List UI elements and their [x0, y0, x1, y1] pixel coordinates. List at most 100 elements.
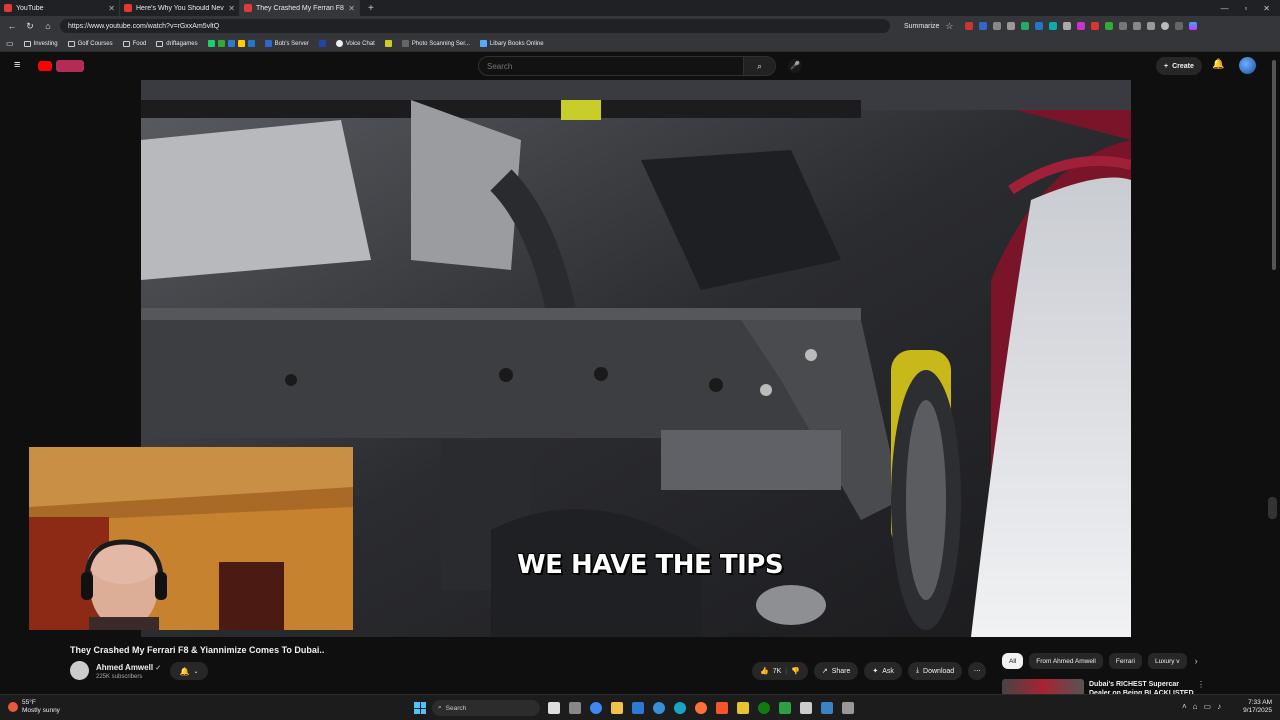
tab-video-active[interactable]: They Crashed My Ferrari F8 & ✕ [240, 0, 360, 16]
more-icon[interactable]: ⋮ [1197, 680, 1205, 689]
taskbar-clock[interactable]: 7:33 AM 9/17/2025 [1238, 699, 1272, 715]
chip-all[interactable]: All [1002, 653, 1024, 669]
extension-icon[interactable] [1035, 22, 1044, 30]
channel-name[interactable]: Ahmed Amwell ✓ [96, 663, 161, 672]
search-icon[interactable]: ⌕ [743, 57, 775, 75]
bookmark-link[interactable]: Photo Scanning Ser... [401, 40, 470, 47]
windows-start-icon[interactable] [414, 702, 426, 714]
weather-widget[interactable]: 55°F Mostly sunny [8, 699, 60, 715]
close-window-icon[interactable]: ✕ [1263, 4, 1270, 13]
search-input[interactable] [479, 57, 743, 75]
bookmark-link[interactable]: Voice Chat [335, 40, 375, 47]
channel-avatar[interactable] [70, 661, 89, 680]
extension-icon[interactable] [1119, 22, 1128, 30]
ask-button[interactable]: ✦ Ask [864, 662, 902, 680]
sidebar-toggle-icon[interactable]: ▭ [6, 39, 14, 48]
chevron-right-icon[interactable]: › [1195, 656, 1198, 666]
bookmark-icon[interactable] [217, 40, 225, 47]
close-icon[interactable]: ✕ [108, 4, 115, 13]
edge-icon[interactable] [674, 702, 686, 714]
chip-luxury[interactable]: Luxury v [1147, 653, 1187, 669]
subscribed-button[interactable]: 🔔 ⌄ [170, 662, 208, 680]
bookmark-link[interactable]: Libary Books Online [479, 40, 544, 47]
tab-youtube[interactable]: YouTube ✕ [0, 0, 120, 16]
extension-icon[interactable] [1063, 22, 1072, 30]
url-field[interactable]: https://www.youtube.com/watch?v=rGxxAm5v… [60, 19, 890, 33]
restore-icon[interactable]: ▫ [1244, 4, 1247, 13]
app-icon[interactable] [821, 702, 833, 714]
bookmark-icon[interactable] [227, 40, 235, 47]
chrome-icon[interactable] [590, 702, 602, 714]
page-scrollbar[interactable] [1272, 60, 1276, 270]
minimize-icon[interactable]: — [1220, 4, 1228, 13]
recommended-thumbnail[interactable] [1002, 679, 1084, 694]
bookmark-icon[interactable] [247, 40, 255, 47]
extension-icon[interactable] [1077, 22, 1086, 30]
copilot-icon[interactable] [1189, 22, 1198, 30]
back-icon[interactable]: ← [6, 21, 18, 31]
chip-ferrari[interactable]: Ferrari [1108, 653, 1142, 669]
close-icon[interactable]: ✕ [228, 4, 235, 13]
taskbar-search[interactable]: ⌕ Search [432, 700, 540, 716]
extension-icon[interactable] [1049, 22, 1058, 30]
display-icon[interactable]: ▭ [1204, 702, 1212, 711]
create-button[interactable]: + Create [1156, 57, 1202, 75]
bookmark-folder[interactable]: driftagames [156, 40, 198, 47]
terminal-icon[interactable] [737, 702, 749, 714]
bookmark-folder[interactable]: Food [122, 40, 146, 47]
bookmark-link[interactable]: Bob's Server [264, 40, 309, 47]
extension-icon[interactable] [965, 22, 974, 30]
extension-icon[interactable] [1007, 22, 1016, 30]
star-icon[interactable]: ☆ [945, 21, 953, 32]
share-button[interactable]: ↗ Share [813, 662, 859, 680]
app-icon[interactable] [653, 702, 665, 714]
extension-icon[interactable] [1021, 22, 1030, 30]
file-explorer-icon[interactable] [611, 702, 623, 714]
volume-icon[interactable]: ♪ [1217, 702, 1221, 711]
thumbs-down-icon[interactable]: 👎 [791, 667, 800, 675]
profile-icon[interactable] [1161, 22, 1170, 30]
reload-icon[interactable]: ↻ [24, 21, 36, 32]
microphone-icon[interactable]: 🎤 [788, 59, 802, 73]
firefox-icon[interactable] [695, 702, 707, 714]
new-tab-button[interactable]: + [360, 3, 382, 14]
recommended-title[interactable]: Dubai's RICHEST Supercar Dealer on Being… [1089, 680, 1199, 694]
app-icon[interactable] [842, 702, 854, 714]
xbox-icon[interactable] [758, 702, 770, 714]
app-icon[interactable] [779, 702, 791, 714]
extension-icon[interactable] [993, 22, 1002, 30]
chip-from-channel[interactable]: From Ahmed Amwell [1029, 653, 1103, 669]
home-icon[interactable]: ⌂ [42, 21, 54, 31]
extension-icon[interactable] [979, 22, 988, 30]
bookmark-icon[interactable] [207, 40, 215, 47]
extension-icon[interactable] [1105, 22, 1114, 30]
notifications-bell-icon[interactable]: 🔔 [1212, 59, 1224, 70]
app-icon[interactable] [800, 702, 812, 714]
bookmark-link[interactable] [318, 40, 326, 47]
summarize-button[interactable]: Summarize [904, 23, 939, 30]
account-avatar[interactable] [1239, 57, 1256, 74]
close-icon[interactable]: ✕ [348, 4, 355, 13]
download-button[interactable]: ⤓ Download [907, 662, 963, 680]
tab-video-1[interactable]: Here's Why You Should Never Bu ✕ [120, 0, 240, 16]
more-actions-button[interactable]: ⋯ [968, 662, 987, 680]
doodle-logo[interactable] [56, 60, 84, 72]
bookmark-icon[interactable] [237, 40, 245, 47]
task-view-icon[interactable] [548, 702, 560, 714]
brave-icon[interactable] [716, 702, 728, 714]
extension-icon[interactable] [1147, 22, 1156, 30]
youtube-logo[interactable] [38, 61, 52, 71]
menu-icon[interactable] [1175, 22, 1184, 30]
bookmark-link[interactable] [384, 40, 392, 47]
chevron-up-icon[interactable]: ˄ [1182, 702, 1187, 711]
extension-icon[interactable] [1133, 22, 1142, 30]
hamburger-menu-icon[interactable]: ≡ [14, 60, 24, 71]
bookmark-folder[interactable]: Golf Courses [67, 40, 113, 47]
app-icon[interactable] [632, 702, 644, 714]
like-button[interactable]: 👍 7K | 👎 [752, 662, 808, 680]
recommended-video[interactable]: Dubai's RICHEST Supercar Dealer on Being… [1002, 679, 1272, 694]
extension-icon[interactable] [1091, 22, 1100, 30]
settings-icon[interactable] [569, 702, 581, 714]
bookmark-folder[interactable]: Investing [23, 40, 58, 47]
side-panel-icon[interactable] [1268, 497, 1277, 519]
